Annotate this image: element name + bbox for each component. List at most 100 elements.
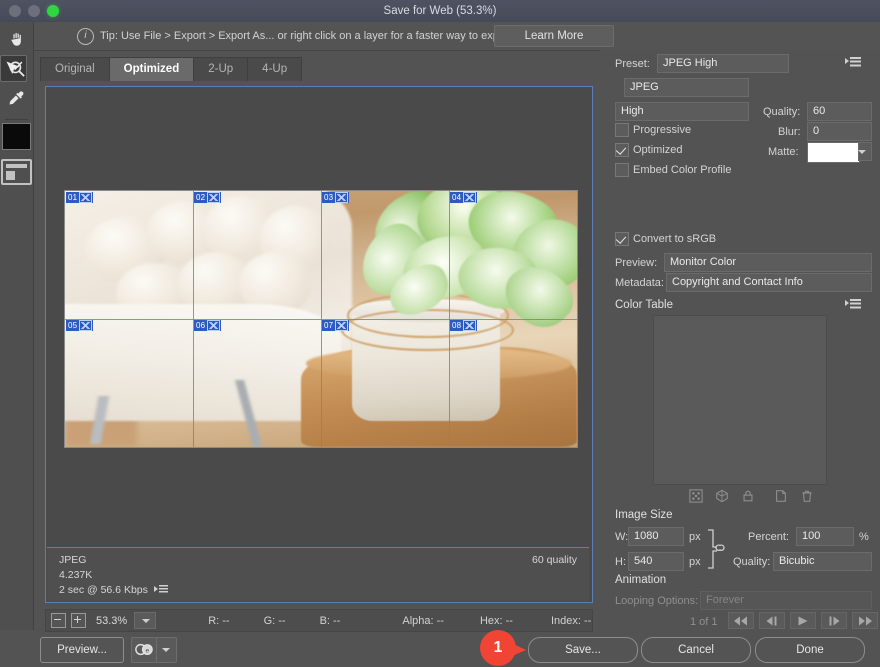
slice-type-icon	[335, 192, 348, 203]
matte-select[interactable]	[858, 142, 872, 161]
preset-select[interactable]: JPEG High	[657, 54, 789, 73]
zoom-out-button[interactable]	[51, 613, 66, 628]
opt-filesize: 4.237K	[59, 569, 92, 581]
color-table-panel-menu-icon[interactable]	[845, 299, 861, 310]
preset-label: Preset:	[615, 58, 650, 70]
percent-unit: %	[859, 531, 869, 543]
info-icon: i	[77, 28, 94, 45]
svg-text:e: e	[145, 647, 149, 654]
opt-popup-menu-icon[interactable]	[154, 585, 168, 594]
delete-color-icon[interactable]	[800, 489, 814, 503]
embed-color-profile-checkbox[interactable]	[615, 163, 629, 177]
tip-text: Tip: Use File > Export > Export As... or…	[100, 22, 547, 50]
hand-tool-button[interactable]	[3, 25, 30, 52]
slice-badge[interactable]: 03	[322, 192, 349, 203]
last-frame-button[interactable]	[852, 612, 878, 629]
optimized-checkbox[interactable]	[615, 143, 629, 157]
web-shift-icon[interactable]	[715, 489, 729, 503]
opt-download-time-text: 2 sec @ 56.6 Kbps	[59, 584, 148, 596]
opt-download-time: 2 sec @ 56.6 Kbps	[59, 584, 168, 596]
eyedropper-tool-button[interactable]	[3, 85, 30, 112]
matte-label: Matte:	[768, 146, 799, 158]
save-for-web-dialog: Save for Web (53.3%) i Tip: Use File > E…	[0, 0, 880, 667]
zoom-tool-button[interactable]	[3, 55, 30, 82]
optimization-info-panel: JPEG 4.237K 2 sec @ 56.6 Kbps 60 quality	[47, 547, 589, 601]
slice-type-icon	[207, 192, 220, 203]
convert-to-srgb-label: Convert to sRGB	[633, 233, 716, 245]
slice-badge[interactable]: 05	[66, 320, 93, 331]
looping-options-label: Looping Options:	[615, 595, 698, 607]
compression-quality-select[interactable]: High	[615, 102, 749, 121]
constrain-proportions-link-icon[interactable]	[704, 528, 726, 570]
slice-badge[interactable]: 08	[450, 320, 477, 331]
slice-badge[interactable]: 07	[322, 320, 349, 331]
width-input[interactable]: 1080	[628, 527, 684, 546]
optimized-label: Optimized	[633, 144, 683, 156]
zoom-level-select[interactable]	[134, 612, 156, 629]
percent-input[interactable]: 100	[796, 527, 854, 546]
preview-in-browser-select[interactable]	[156, 637, 177, 663]
slice-type-icon	[463, 192, 476, 203]
height-unit: px	[689, 556, 701, 568]
tab-original[interactable]: Original	[40, 57, 109, 81]
image-preview-canvas[interactable]: 01 02 03 04 05 06 07	[45, 86, 593, 603]
looping-options-select[interactable]: Forever	[700, 591, 872, 610]
file-format-select[interactable]: JPEG	[624, 78, 749, 97]
frame-counter: 1 of 1	[690, 616, 718, 628]
convert-to-srgb-checkbox[interactable]	[615, 232, 629, 246]
tab-4-up[interactable]: 4-Up	[247, 57, 302, 81]
first-frame-button[interactable]	[728, 612, 754, 629]
slice-overlay: 01 02 03 04 05 06 07	[65, 191, 577, 447]
optimized-image-preview[interactable]: 01 02 03 04 05 06 07	[64, 190, 578, 448]
blur-input[interactable]: 0	[807, 122, 872, 141]
resample-quality-select[interactable]: Bicubic	[773, 552, 872, 571]
quality-input[interactable]: 60	[807, 102, 872, 121]
height-input[interactable]: 540	[628, 552, 684, 571]
matte-color-swatch[interactable]	[807, 142, 860, 163]
metadata-select[interactable]: Copyright and Contact Info	[666, 273, 872, 292]
eyedropper-icon	[7, 89, 26, 108]
settings-panel-menu-icon[interactable]	[845, 57, 861, 68]
readout-index: Index: --	[551, 615, 591, 627]
readout-hex: Hex: --	[480, 615, 513, 627]
hand-icon	[7, 29, 26, 48]
slice-badge[interactable]: 02	[194, 192, 221, 203]
preview-color-label: Preview:	[615, 257, 657, 269]
height-label: H:	[615, 556, 626, 568]
toggle-slices-visibility-button[interactable]	[1, 159, 32, 185]
slice-badge[interactable]: 06	[194, 320, 221, 331]
color-table-swatches[interactable]	[653, 315, 827, 485]
blur-label: Blur:	[778, 126, 801, 138]
previous-frame-button[interactable]	[759, 612, 785, 629]
slice-badge[interactable]: 01	[66, 192, 93, 203]
slice-badge[interactable]: 04	[450, 192, 477, 203]
slice-type-icon	[207, 320, 220, 331]
annotation-marker-1: 1	[480, 630, 526, 666]
web-snap-icon[interactable]	[689, 489, 703, 503]
tab-2-up[interactable]: 2-Up	[193, 57, 247, 81]
animation-title: Animation	[615, 574, 666, 586]
magnifier-icon	[7, 59, 26, 78]
learn-more-button[interactable]: Learn More	[494, 25, 614, 47]
progressive-checkbox[interactable]	[615, 123, 629, 137]
preview-button[interactable]: Preview...	[40, 637, 124, 663]
progressive-label: Progressive	[633, 124, 691, 136]
slice-type-icon	[79, 192, 92, 203]
opt-format: JPEG	[59, 554, 86, 566]
done-button[interactable]: Done	[755, 637, 865, 663]
cancel-button[interactable]: Cancel	[641, 637, 751, 663]
new-color-icon[interactable]	[774, 489, 788, 503]
next-frame-button[interactable]	[821, 612, 847, 629]
opt-quality-note: 60 quality	[532, 554, 577, 566]
play-button[interactable]	[790, 612, 816, 629]
foreground-color-swatch[interactable]	[2, 123, 31, 150]
window-title-bar: Save for Web (53.3%)	[0, 0, 880, 23]
lock-color-icon[interactable]	[741, 489, 755, 503]
tab-optimized[interactable]: Optimized	[109, 57, 194, 81]
zoom-in-button[interactable]	[71, 613, 86, 628]
save-button[interactable]: Save...	[528, 637, 638, 663]
preview-color-select[interactable]: Monitor Color	[664, 253, 872, 272]
preview-in-browser-icon[interactable]: e	[131, 637, 158, 663]
width-label: W:	[615, 531, 628, 543]
settings-panel: Preset: JPEG High JPEG High Quality: 60 …	[600, 50, 880, 630]
